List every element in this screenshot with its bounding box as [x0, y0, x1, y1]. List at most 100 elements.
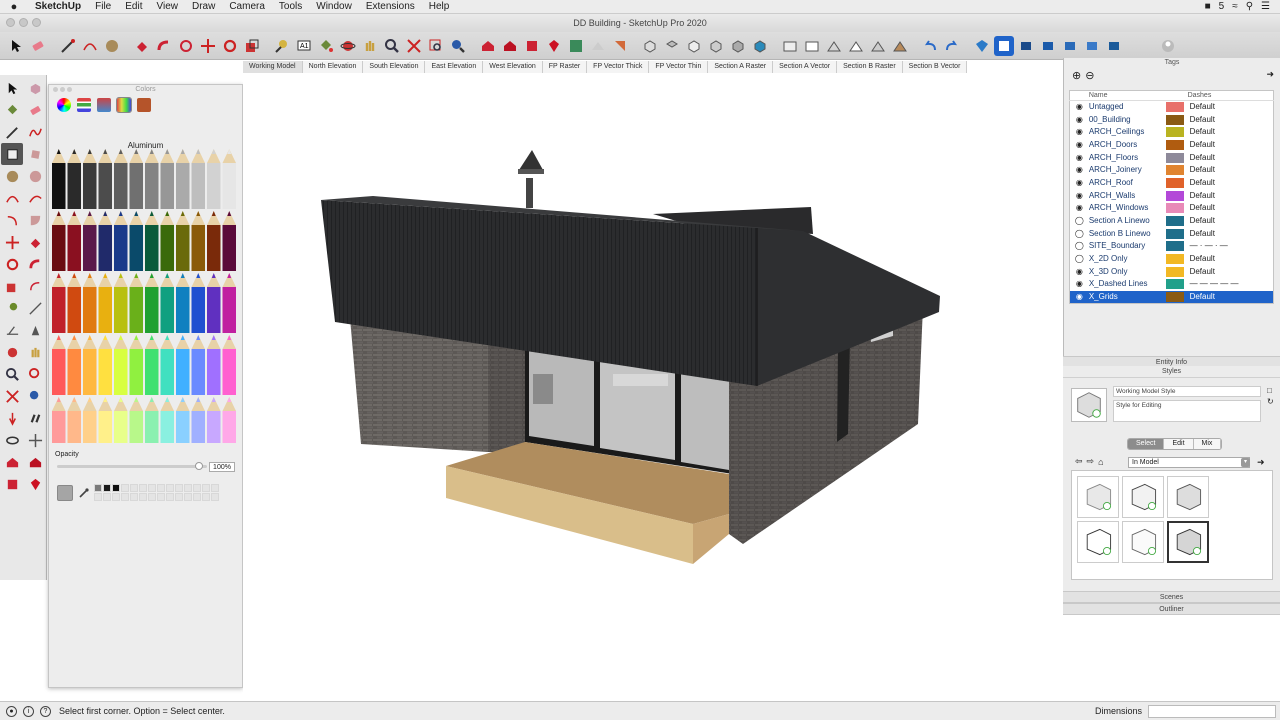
tag-name[interactable]: X_2D Only — [1089, 253, 1166, 266]
minimize-panel-button[interactable] — [60, 87, 65, 92]
warehouse-icon[interactable] — [478, 36, 498, 56]
tag-color-swatch[interactable] — [1166, 189, 1187, 202]
scale-icon[interactable] — [1, 275, 23, 297]
tag-color-swatch[interactable] — [1166, 126, 1187, 139]
swatch-slot[interactable] — [184, 484, 192, 492]
swatch-slot[interactable] — [175, 493, 183, 501]
tag-color-swatch[interactable] — [1166, 113, 1187, 126]
tag-tool-icon[interactable] — [994, 35, 1014, 56]
chevron-down-icon[interactable]: ▾ — [1241, 458, 1250, 467]
eraser-tool-icon[interactable] — [28, 36, 48, 56]
crayon-box[interactable] — [49, 145, 244, 443]
tag-name[interactable]: ARCH_Doors — [1089, 139, 1166, 152]
swatch-slot[interactable] — [211, 493, 219, 501]
tag-row[interactable]: ◉ X_3D Only Default — [1070, 265, 1274, 278]
style-option[interactable] — [1122, 476, 1164, 518]
tag-name[interactable]: ARCH_Walls — [1089, 189, 1166, 202]
tag-details-icon[interactable]: ➜ — [1266, 69, 1274, 80]
tag-name[interactable]: X_Dashed Lines — [1089, 278, 1166, 291]
color-wheel-icon[interactable] — [57, 98, 71, 112]
swatch-slot[interactable] — [148, 493, 156, 501]
offset-tool-icon[interactable] — [176, 36, 196, 56]
tag-dash-style[interactable]: Default — [1188, 265, 1274, 278]
home-icon[interactable]: ⌂ — [1098, 457, 1103, 467]
rotated-rectangle-icon[interactable] — [24, 143, 46, 165]
swatch-slot[interactable] — [175, 484, 183, 492]
eye-icon[interactable]: ◉ — [1069, 290, 1089, 304]
paint-bucket-tool-icon[interactable] — [316, 36, 336, 56]
zoom-extents-tool-icon[interactable] — [404, 36, 424, 56]
model-viewport[interactable] — [243, 74, 1061, 700]
eye-icon[interactable]: ◉ — [1070, 278, 1089, 291]
zoom-window-icon[interactable] — [24, 363, 46, 385]
swatch-slot[interactable] — [94, 493, 102, 501]
eye-icon[interactable]: ◉ — [1070, 101, 1089, 114]
look-around-icon[interactable] — [1, 429, 23, 451]
menu-view[interactable]: View — [149, 0, 185, 14]
style-collection-select[interactable]: In Model — [1128, 457, 1250, 468]
eye-icon[interactable]: ◉ — [1070, 265, 1089, 278]
rectangle-icon[interactable] — [1, 143, 23, 165]
swatch-slot[interactable] — [202, 493, 210, 501]
scene-tab[interactable]: Section B Raster — [837, 61, 903, 73]
tag-row[interactable]: ◉ ARCH_Joinery Default — [1070, 164, 1274, 177]
tag-dash-style[interactable]: Default — [1188, 101, 1274, 114]
measurements-input[interactable] — [1148, 704, 1276, 718]
redo-icon[interactable] — [942, 36, 962, 56]
add-tag-icon[interactable]: ⊕ — [1072, 69, 1081, 82]
xray-icon[interactable] — [780, 36, 800, 56]
tag-row[interactable]: ◉ X_Dashed Lines — — — — — — [1070, 278, 1274, 291]
styles-icon[interactable] — [588, 36, 608, 56]
scene-tab[interactable]: East Elevation — [425, 61, 484, 73]
tag-dash-style[interactable]: — · — · — — [1188, 240, 1274, 253]
arc-icon[interactable] — [1, 187, 23, 209]
tag-name[interactable]: Untagged — [1089, 101, 1166, 114]
tag-color-swatch[interactable] — [1166, 101, 1187, 114]
tag-dash-style[interactable]: Default — [1188, 227, 1274, 240]
scene-tab[interactable]: Section B Vector — [902, 61, 968, 73]
view-back-icon[interactable] — [728, 36, 748, 56]
eye-icon[interactable]: ◉ — [1070, 189, 1089, 202]
eye-hidden-icon[interactable]: ◯ — [1070, 227, 1089, 240]
swatch-slot[interactable] — [139, 493, 147, 501]
offset-icon[interactable] — [24, 275, 46, 297]
current-color-swatch[interactable] — [57, 485, 73, 501]
materials-icon[interactable] — [1038, 36, 1058, 56]
circle-icon[interactable] — [1, 165, 23, 187]
line-icon[interactable] — [1, 121, 23, 143]
zoom-icon[interactable] — [1, 363, 23, 385]
eye-hidden-icon[interactable]: ◯ — [1070, 253, 1089, 266]
tag-dash-style[interactable]: Default — [1187, 290, 1274, 304]
follow-me-icon[interactable] — [24, 253, 46, 275]
menu-sketchup[interactable]: SketchUp — [28, 0, 88, 14]
paint-bucket-icon[interactable] — [1, 99, 23, 121]
scene-tab[interactable]: North Elevation — [302, 61, 364, 73]
tag-color-swatch[interactable] — [1166, 227, 1187, 240]
tag-row[interactable]: ◯ Section A Linewo Default — [1070, 215, 1274, 228]
select-tool-icon[interactable] — [6, 36, 26, 56]
extension-icon[interactable] — [1, 473, 23, 495]
zoom-extents-icon[interactable] — [1, 385, 23, 407]
tag-name[interactable]: X_3D Only — [1089, 265, 1166, 278]
tag-row[interactable]: ◉ X_Grids Default — [1069, 290, 1274, 304]
view-iso-icon[interactable] — [640, 36, 660, 56]
update-style-icon[interactable]: □ — [1267, 386, 1274, 395]
menu-camera[interactable]: Camera — [222, 0, 272, 14]
scale-tool-icon[interactable] — [242, 36, 262, 56]
image-palettes-icon[interactable] — [116, 97, 132, 113]
help-icon[interactable]: ? — [40, 705, 51, 717]
tab-select[interactable]: Select — [1128, 439, 1165, 449]
tag-dash-style[interactable]: Default — [1188, 215, 1274, 228]
tag-dash-style[interactable]: Default — [1188, 164, 1274, 177]
tag-row[interactable]: ◉ ARCH_Ceilings Default — [1070, 126, 1274, 139]
style-option[interactable] — [1077, 476, 1119, 518]
push-pull-tool-icon[interactable] — [132, 36, 152, 56]
layout-icon[interactable] — [566, 36, 586, 56]
swatch-slot[interactable] — [112, 484, 120, 492]
swatch-slot[interactable] — [121, 484, 129, 492]
text-tool-icon[interactable]: A1 — [294, 36, 314, 56]
text-icon[interactable] — [24, 319, 46, 341]
two-point-arc-icon[interactable] — [24, 187, 46, 209]
pie-icon[interactable] — [24, 209, 46, 231]
swatch-slot[interactable] — [94, 484, 102, 492]
